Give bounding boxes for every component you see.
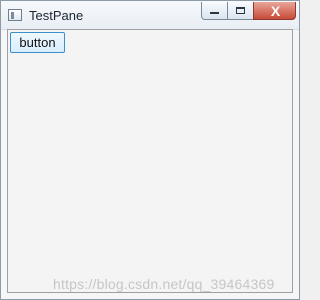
minimize-icon	[210, 12, 219, 14]
window-title: TestPane	[29, 8, 84, 23]
maximize-icon	[236, 7, 245, 14]
watermark-text: https://blog.csdn.net/qq_39464369	[53, 276, 275, 292]
content-pane: button	[7, 29, 293, 293]
maximize-button[interactable]	[227, 2, 253, 20]
close-icon: X	[270, 3, 281, 19]
button[interactable]: button	[10, 32, 65, 53]
close-button[interactable]: X	[253, 2, 296, 20]
application-window: TestPane X button https://blog.csdn.net/…	[0, 0, 300, 300]
minimize-button[interactable]	[201, 2, 227, 20]
window-controls: X	[201, 2, 296, 20]
title-bar[interactable]: TestPane X	[1, 1, 299, 30]
window-icon	[8, 9, 22, 21]
